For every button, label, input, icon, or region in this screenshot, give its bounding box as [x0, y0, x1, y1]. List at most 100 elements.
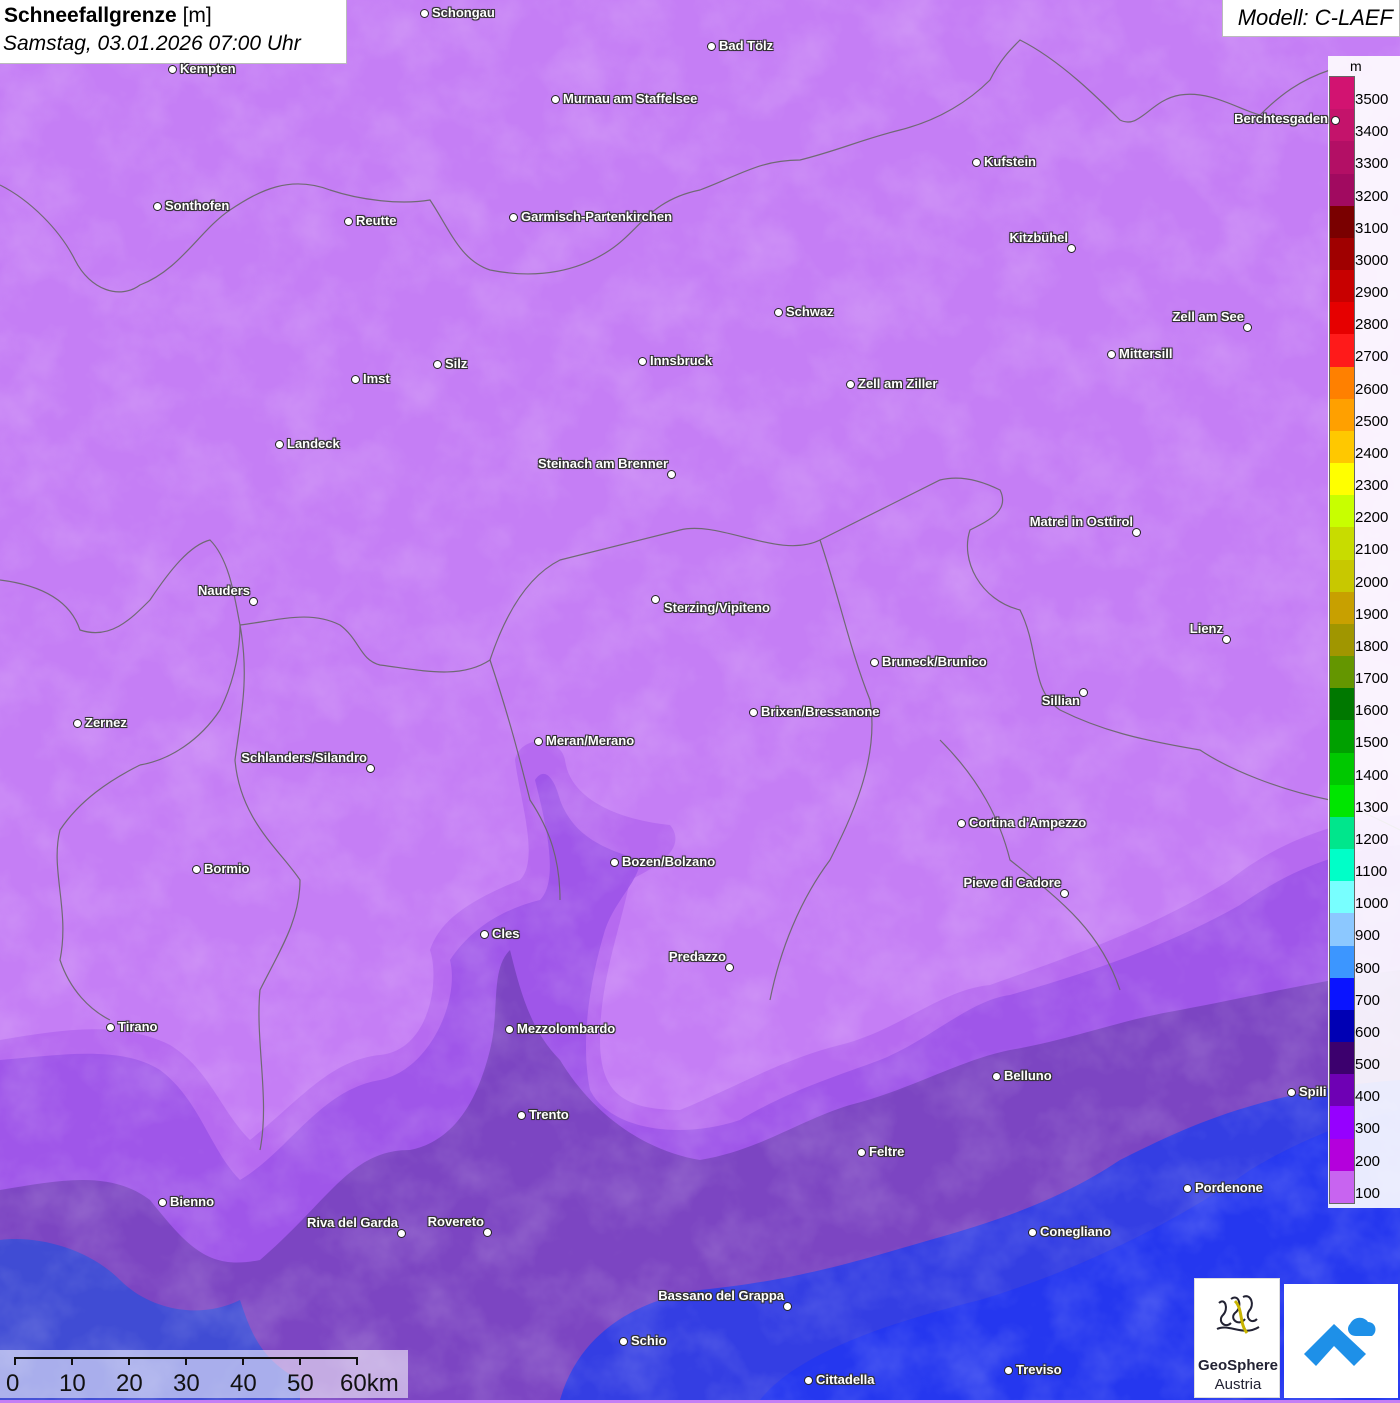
city-marker-icon — [725, 963, 734, 972]
city-marker-icon — [1243, 323, 1252, 332]
city-marker-icon — [483, 1228, 492, 1237]
legend-swatch — [1330, 752, 1354, 786]
legend-swatch — [1330, 881, 1354, 914]
city-marker-icon — [351, 375, 360, 384]
roof-cloud-icon — [1304, 1317, 1376, 1366]
legend-swatch — [1330, 334, 1354, 368]
legend-swatch — [1330, 173, 1354, 207]
city-label: Pordenone — [1195, 1180, 1263, 1195]
legend-swatch — [1330, 205, 1354, 239]
legend-label: 1200 — [1355, 830, 1389, 848]
legend-swatch — [1330, 945, 1354, 979]
legend-swatch — [1330, 623, 1354, 657]
legend-label: 1400 — [1355, 766, 1389, 784]
city-marker-icon — [1028, 1228, 1037, 1237]
legend-swatch — [1330, 270, 1354, 303]
legend-swatch — [1330, 784, 1354, 818]
city-label: Rovereto — [427, 1214, 484, 1229]
city-label: Belluno — [1004, 1068, 1052, 1083]
legend-swatch — [1330, 656, 1354, 689]
legend-color-bar — [1329, 76, 1355, 1204]
city-marker-icon — [1132, 528, 1141, 537]
city-marker-icon — [774, 308, 783, 317]
city-marker-icon — [153, 202, 162, 211]
legend-swatch — [1330, 463, 1354, 496]
legend-label: 1900 — [1355, 605, 1389, 623]
city-marker-icon — [846, 380, 855, 389]
city-marker-icon — [870, 658, 879, 667]
scale-tick — [14, 1357, 16, 1365]
scale-tick — [128, 1357, 130, 1365]
legend-label: 2400 — [1355, 444, 1389, 462]
legend-swatch — [1330, 141, 1354, 174]
city-label: Zernez — [85, 715, 127, 730]
legend-swatch — [1330, 977, 1354, 1011]
city-label: Mezzolombardo — [517, 1021, 616, 1036]
city-label: Reutte — [356, 213, 397, 228]
city-marker-icon — [106, 1023, 115, 1032]
city-marker-icon — [804, 1376, 813, 1385]
city-label: Schwaz — [786, 304, 834, 319]
city-label: Murnau am Staffelsee — [563, 91, 698, 106]
legend-swatch — [1330, 1074, 1354, 1107]
city-label: Predazzo — [668, 949, 726, 964]
city-label: Bormio — [204, 861, 250, 876]
city-marker-icon — [397, 1229, 406, 1238]
city-marker-icon — [1107, 350, 1116, 359]
city-label: Zell am See — [1172, 309, 1244, 324]
geosphere-logo[interactable]: GeoSphere Austria — [1194, 1278, 1280, 1398]
city-marker-icon — [857, 1148, 866, 1157]
legend-label: 100 — [1355, 1184, 1381, 1202]
legend-swatch — [1330, 816, 1354, 850]
legend-unit: m — [1350, 58, 1362, 74]
city-marker-icon — [651, 595, 660, 604]
city-label: Landeck — [287, 436, 340, 451]
city-label: Innsbruck — [650, 353, 713, 368]
legend-label: 1300 — [1355, 798, 1389, 816]
city-label: Schio — [631, 1333, 667, 1348]
legend-label: 2300 — [1355, 477, 1389, 495]
legend-swatch — [1330, 559, 1354, 593]
city-label: Tirano — [118, 1019, 158, 1034]
geosphere-name: GeoSphere — [1197, 1357, 1279, 1374]
legend-swatch — [1330, 527, 1354, 561]
city-marker-icon — [168, 65, 177, 74]
city-label: Sonthofen — [165, 198, 230, 213]
city-label: Bruneck/Brunico — [882, 654, 987, 669]
legend-label: 900 — [1355, 927, 1381, 945]
city-label: Garmisch-Partenkirchen — [521, 209, 673, 224]
city-marker-icon — [420, 9, 429, 18]
app-logo[interactable] — [1284, 1284, 1398, 1398]
legend-label: 2700 — [1355, 348, 1389, 366]
city-label: Bienno — [170, 1194, 215, 1209]
city-label: Cortina d'Ampezzo — [969, 815, 1087, 830]
city-marker-icon — [749, 708, 758, 717]
map-datetime: Samstag, 03.01.2026 07:00 Uhr — [3, 32, 301, 55]
city-label: Sterzing/Vipiteno — [664, 600, 770, 615]
scale-tick — [185, 1357, 187, 1365]
city-label: Imst — [363, 371, 390, 386]
legend-label: 3000 — [1355, 251, 1389, 269]
legend-label: 1000 — [1355, 895, 1389, 913]
city-label: Nauders — [197, 583, 250, 598]
legend-swatch — [1330, 77, 1354, 110]
legend-label: 2100 — [1355, 541, 1389, 559]
legend-swatch — [1330, 302, 1354, 335]
legend-swatch — [1330, 1138, 1354, 1172]
city-label: Trento — [529, 1107, 569, 1122]
legend-label: 3500 — [1355, 91, 1389, 108]
city-label: Schongau — [432, 5, 495, 20]
scale-tick — [299, 1357, 301, 1365]
legend-label: 800 — [1355, 959, 1381, 977]
legend-swatch — [1330, 913, 1354, 947]
city-label: Matrei in Osttirol — [1029, 514, 1133, 529]
title-unit: [m] — [182, 4, 212, 27]
legend-label: 2900 — [1355, 284, 1389, 302]
legend-label: 3300 — [1355, 155, 1389, 173]
legend-label: 1800 — [1355, 637, 1389, 655]
title-box: Schneefallgrenze [m] Samstag, 03.01.2026… — [0, 0, 347, 64]
legend-label: 2500 — [1355, 412, 1389, 430]
city-label: Riva del Garda — [306, 1215, 398, 1230]
city-marker-icon — [480, 930, 489, 939]
geosphere-emblem-icon — [1216, 1295, 1260, 1334]
